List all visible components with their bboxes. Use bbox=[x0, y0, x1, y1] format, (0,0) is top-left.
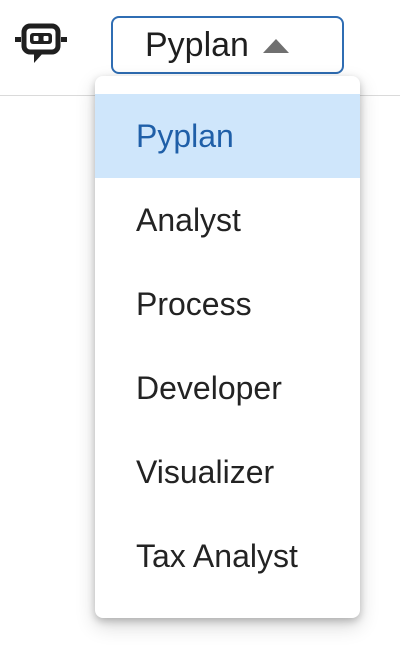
assistant-chat-icon-graphic bbox=[15, 23, 67, 63]
menu-item-tax-analyst[interactable]: Tax Analyst bbox=[95, 514, 360, 598]
mode-select-label: Pyplan bbox=[145, 26, 249, 64]
menu-item-developer[interactable]: Developer bbox=[95, 346, 360, 430]
menu-item-analyst[interactable]: Analyst bbox=[95, 178, 360, 262]
assistant-chat-icon[interactable] bbox=[12, 22, 72, 72]
menu-item-process[interactable]: Process bbox=[95, 262, 360, 346]
mode-select[interactable]: Pyplan bbox=[111, 16, 344, 74]
mode-dropdown-menu: Pyplan Analyst Process Developer Visuali… bbox=[95, 76, 360, 618]
caret-up-icon bbox=[262, 39, 289, 53]
menu-item-visualizer[interactable]: Visualizer bbox=[95, 430, 360, 514]
menu-item-pyplan[interactable]: Pyplan bbox=[95, 94, 360, 178]
